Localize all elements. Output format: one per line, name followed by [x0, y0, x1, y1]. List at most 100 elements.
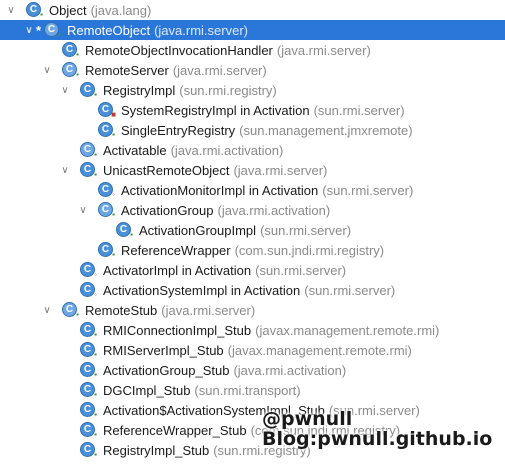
package-name: (java.lang) — [90, 2, 152, 18]
public-unlock-icon: ▪ — [76, 50, 79, 59]
tree-row[interactable]: ∨ C ▪ RegistryImpl (sun.rmi.registry) — [0, 80, 505, 100]
type-hierarchy-tree: ∨ C ▪ Object (java.lang) ∨ * C ▪ RemoteObject (jav… — [0, 0, 505, 465]
public-unlock-icon: ▪ — [112, 250, 115, 259]
class-name: RemoteObjectInvocationHandler — [85, 42, 273, 58]
tree-row[interactable]: C ◦ ActivatorImpl in Activation (sun.rmi.se… — [0, 260, 505, 280]
package-name: (sun.rmi.registry) — [213, 442, 311, 458]
public-unlock-icon: ▪ — [76, 310, 79, 319]
package-name: (sun.rmi.server) — [313, 102, 405, 118]
expand-toggle-icon[interactable]: ∨ — [60, 80, 70, 100]
class-name: SingleEntryRegistry — [121, 122, 236, 138]
package-name: (java.rmi.server) — [276, 42, 371, 58]
public-unlock-icon: ▪ — [94, 410, 97, 419]
class-name: ReferenceWrapper_Stub — [103, 422, 247, 438]
tree-row[interactable]: C ▪ ReferenceWrapper (com.sun.jndi.rmi.regi… — [0, 240, 505, 260]
class-name: ActivationGroup_Stub — [103, 362, 230, 378]
class-name: ReferenceWrapper — [121, 242, 231, 258]
public-unlock-icon: ▪ — [40, 10, 43, 19]
public-unlock-icon: ▪ — [94, 350, 97, 359]
tree-row[interactable]: C ▪ ReferenceWrapper_Stub (com.sun.jndi.rmi… — [0, 420, 505, 440]
tree-row[interactable]: C ◦ ActivationMonitorImpl in Activation (su… — [0, 180, 505, 200]
class-name: ActivationGroup — [121, 202, 214, 218]
tree-row[interactable]: C ■ SystemRegistryImpl in Activation (sun.r… — [0, 100, 505, 120]
public-unlock-icon: ▪ — [112, 130, 115, 139]
package-name: (sun.rmi.server) — [328, 402, 420, 418]
tree-row[interactable]: ∨ C ▪ UnicastRemoteObject (java.rmi.server) — [0, 160, 505, 180]
expand-toggle-icon[interactable]: ∨ — [78, 200, 88, 220]
package-name: (sun.rmi.server) — [255, 262, 347, 278]
tree-row[interactable]: C ▪ SingleEntryRegistry (sun.management.jmx… — [0, 120, 505, 140]
expand-toggle-icon[interactable]: ∨ — [60, 160, 70, 180]
class-name: UnicastRemoteObject — [103, 162, 230, 178]
class-name: Activation$ActivationSystemImpl_Stub — [103, 402, 325, 418]
class-name: DGCImpl_Stub — [103, 382, 191, 398]
package-name: (javax.management.remote.rmi) — [255, 322, 440, 338]
package-name: (java.rmi.activation) — [170, 142, 284, 158]
tree-row[interactable]: C ◦ ActivationSystemImpl in Activation (sun… — [0, 280, 505, 300]
expand-toggle-icon[interactable]: ∨ — [24, 20, 34, 40]
class-name: Object — [49, 2, 87, 18]
tree-row[interactable]: ∨ C ▪ RemoteStub (java.rmi.server) — [0, 300, 505, 320]
package-name: (com.sun.jndi.rmi.registry) — [250, 422, 401, 438]
tree-row[interactable]: C ▪ DGCImpl_Stub (sun.rmi.transport) — [0, 380, 505, 400]
tree-row[interactable]: ∨ C ▪ ActivationGroup (java.rmi.activation) — [0, 200, 505, 220]
class-name: RemoteObject — [67, 22, 151, 38]
package-name: (java.rmi.server) — [161, 302, 256, 318]
expand-toggle-icon[interactable]: ∨ — [42, 300, 52, 320]
current-marker: * — [36, 22, 42, 38]
package-private-icon: ◦ — [112, 190, 115, 199]
expand-toggle-icon[interactable]: ∨ — [42, 60, 52, 80]
class-name: RegistryImpl_Stub — [103, 442, 210, 458]
tree-row[interactable]: C ▪ RemoteObjectInvocationHandler (java.rmi… — [0, 40, 505, 60]
package-name: (javax.management.remote.rmi) — [227, 342, 412, 358]
package-name: (sun.management.jmxremote) — [239, 122, 413, 138]
tree-row[interactable]: ∨ C ▪ Object (java.lang) — [0, 0, 505, 20]
class-name: RemoteServer — [85, 62, 169, 78]
tree-row[interactable]: C ▪ RegistryImpl_Stub (sun.rmi.registry) — [0, 440, 505, 460]
class-name: ActivationSystemImpl in Activation — [103, 282, 301, 298]
class-name: RegistryImpl — [103, 82, 176, 98]
public-unlock-icon: ▪ — [94, 390, 97, 399]
tree-row[interactable]: C ▪ Activation$ActivationSystemImpl_Stub (s… — [0, 400, 505, 420]
public-unlock-icon: ▪ — [76, 70, 79, 79]
package-name: (java.rmi.server) — [172, 62, 267, 78]
tree-row[interactable]: C ▪ ActivationGroup_Stub (java.rmi.activati… — [0, 360, 505, 380]
public-unlock-icon: ▪ — [112, 210, 115, 219]
tree-row[interactable]: C ▪ RMIServerImpl_Stub (javax.management.re… — [0, 340, 505, 360]
tree-row[interactable]: ∨ C ▪ RemoteServer (java.rmi.server) — [0, 60, 505, 80]
package-name: (sun.rmi.server) — [322, 182, 414, 198]
package-name: (sun.rmi.server) — [304, 282, 396, 298]
public-unlock-icon: ▪ — [94, 150, 97, 159]
class-name: ActivationMonitorImpl in Activation — [121, 182, 319, 198]
package-name: (java.rmi.server) — [233, 162, 328, 178]
public-unlock-icon: ▪ — [94, 170, 97, 179]
expand-toggle-icon[interactable]: ∨ — [6, 0, 16, 20]
public-unlock-icon: ▪ — [58, 30, 61, 39]
class-name: ActivatorImpl in Activation — [103, 262, 252, 278]
package-name: (sun.rmi.registry) — [179, 82, 277, 98]
package-private-icon: ◦ — [94, 290, 97, 299]
public-unlock-icon: ▪ — [94, 370, 97, 379]
public-unlock-icon: ▪ — [94, 330, 97, 339]
tree-row[interactable]: C ▪ ActivationGroupImpl (sun.rmi.server) — [0, 220, 505, 240]
class-name: SystemRegistryImpl in Activation — [121, 102, 310, 118]
package-name: (java.rmi.activation) — [233, 362, 347, 378]
public-unlock-icon: ▪ — [94, 450, 97, 459]
tree-row[interactable]: C ▪ RMIConnectionImpl_Stub (javax.managemen… — [0, 320, 505, 340]
tree-row[interactable]: C ▪ Activatable (java.rmi.activation) — [0, 140, 505, 160]
class-name: RemoteStub — [85, 302, 158, 318]
class-name: ActivationGroupImpl — [139, 222, 257, 238]
package-name: (java.rmi.server) — [154, 22, 248, 38]
class-name: Activatable — [103, 142, 167, 158]
private-lock-icon: ■ — [111, 110, 116, 119]
class-name: RMIConnectionImpl_Stub — [103, 322, 252, 338]
package-name: (sun.rmi.transport) — [194, 382, 301, 398]
package-name: (com.sun.jndi.rmi.registry) — [234, 242, 385, 258]
class-name: RMIServerImpl_Stub — [103, 342, 224, 358]
public-unlock-icon: ▪ — [130, 230, 133, 239]
package-name: (java.rmi.activation) — [217, 202, 331, 218]
package-name: (sun.rmi.server) — [260, 222, 352, 238]
package-private-icon: ◦ — [94, 270, 97, 279]
tree-row[interactable]: ∨ * C ▪ RemoteObject (java.rmi.server) — [0, 20, 505, 40]
public-unlock-icon: ▪ — [94, 90, 97, 99]
